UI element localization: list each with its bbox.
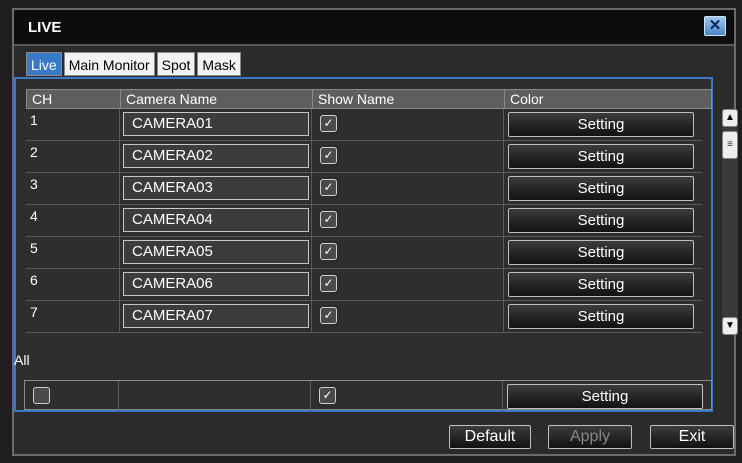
row-ch: 3 — [26, 173, 120, 204]
table-row: 4 CAMERA04 ✓ Setting — [26, 205, 702, 237]
row-show-name-cell: ✓ — [312, 173, 504, 204]
close-icon[interactable]: ✕ — [704, 16, 726, 36]
table-row: 6 CAMERA06 ✓ Setting — [26, 269, 702, 301]
all-label: All — [14, 352, 30, 368]
row-color-cell: Setting — [504, 109, 702, 140]
channel-number: 3 — [30, 176, 38, 192]
default-button[interactable]: Default — [449, 425, 531, 449]
header-show-name: Show Name — [313, 90, 505, 108]
vertical-scrollbar[interactable]: ▲ ≡ ▼ — [722, 109, 738, 335]
table-row: 2 CAMERA02 ✓ Setting — [26, 141, 702, 173]
title-bar: LIVE ✕ — [14, 10, 734, 46]
camera-name-field[interactable]: CAMERA04 — [123, 208, 309, 232]
tab-bar: Live Main Monitor Spot Mask — [26, 52, 241, 78]
row-color-cell: Setting — [504, 301, 702, 332]
all-cell-color: Setting — [503, 381, 711, 412]
camera-name-field[interactable]: CAMERA07 — [123, 304, 309, 328]
show-name-checkbox[interactable]: ✓ — [320, 307, 337, 324]
row-show-name-cell: ✓ — [312, 269, 504, 300]
table-row: 1 CAMERA01 ✓ Setting — [26, 109, 702, 141]
camera-name-field[interactable]: CAMERA02 — [123, 144, 309, 168]
row-color-cell: Setting — [504, 173, 702, 204]
settings-panel: CH Camera Name Show Name Color 1 CAMERA01… — [14, 77, 738, 412]
show-name-checkbox[interactable]: ✓ — [320, 211, 337, 228]
channel-number: 6 — [30, 272, 38, 288]
channel-number: 1 — [30, 112, 38, 128]
channel-number: 2 — [30, 144, 38, 160]
row-camera-name-cell: CAMERA01 — [120, 109, 312, 140]
table-header: CH Camera Name Show Name Color — [26, 89, 712, 109]
camera-name-field[interactable]: CAMERA06 — [123, 272, 309, 296]
row-camera-name-cell: CAMERA04 — [120, 205, 312, 236]
table-row: 3 CAMERA03 ✓ Setting — [26, 173, 702, 205]
tab-mask[interactable]: Mask — [197, 52, 241, 76]
row-ch: 4 — [26, 205, 120, 236]
all-cell-check: ✓ — [25, 381, 119, 412]
table-row: 5 CAMERA05 ✓ Setting — [26, 237, 702, 269]
header-camera-name: Camera Name — [121, 90, 313, 108]
channel-number: 5 — [30, 240, 38, 256]
color-setting-button[interactable]: Setting — [508, 272, 694, 297]
exit-button[interactable]: Exit — [650, 425, 734, 449]
tab-live[interactable]: Live — [26, 52, 62, 76]
row-color-cell: Setting — [504, 269, 702, 300]
row-show-name-cell: ✓ — [312, 301, 504, 332]
show-name-checkbox[interactable]: ✓ — [320, 179, 337, 196]
scroll-thumb[interactable]: ≡ — [722, 131, 738, 159]
camera-name-field[interactable]: CAMERA03 — [123, 176, 309, 200]
row-show-name-cell: ✓ — [312, 237, 504, 268]
header-color: Color — [510, 91, 544, 107]
row-ch: 5 — [26, 237, 120, 268]
row-show-name-cell: ✓ — [312, 109, 504, 140]
camera-name-field[interactable]: CAMERA01 — [123, 112, 309, 136]
window-title: LIVE — [28, 19, 62, 36]
row-camera-name-cell: CAMERA05 — [120, 237, 312, 268]
row-camera-name-cell: CAMERA03 — [120, 173, 312, 204]
tab-main-monitor[interactable]: Main Monitor — [63, 52, 155, 76]
channel-number: 4 — [30, 208, 38, 224]
row-camera-name-cell: CAMERA02 — [120, 141, 312, 172]
scroll-down-icon[interactable]: ▼ — [722, 317, 738, 335]
row-ch: 2 — [26, 141, 120, 172]
color-setting-button[interactable]: Setting — [508, 144, 694, 169]
row-ch: 1 — [26, 109, 120, 140]
channel-number: 7 — [30, 304, 38, 320]
all-show-name-checkbox[interactable]: ✓ — [319, 387, 336, 404]
show-name-checkbox[interactable]: ✓ — [320, 275, 337, 292]
show-name-checkbox[interactable]: ✓ — [320, 147, 337, 164]
row-color-cell: Setting — [504, 237, 702, 268]
row-ch: 7 — [26, 301, 120, 332]
row-camera-name-cell: CAMERA07 — [120, 301, 312, 332]
apply-button[interactable]: Apply — [548, 425, 632, 449]
row-show-name-cell: ✓ — [312, 141, 504, 172]
tab-spot[interactable]: Spot — [156, 52, 196, 76]
color-setting-button[interactable]: Setting — [508, 304, 694, 329]
color-setting-button[interactable]: Setting — [508, 240, 694, 265]
show-name-checkbox[interactable]: ✓ — [320, 243, 337, 260]
row-ch: 6 — [26, 269, 120, 300]
scroll-up-icon[interactable]: ▲ — [722, 109, 738, 127]
color-setting-button[interactable]: Setting — [508, 208, 694, 233]
all-cell-show: ✓ — [311, 381, 503, 412]
color-setting-button[interactable]: Setting — [508, 112, 694, 137]
row-show-name-cell: ✓ — [312, 205, 504, 236]
color-setting-button[interactable]: Setting — [508, 176, 694, 201]
all-cell-name — [119, 381, 311, 412]
show-name-checkbox[interactable]: ✓ — [320, 115, 337, 132]
row-camera-name-cell: CAMERA06 — [120, 269, 312, 300]
all-color-setting-button[interactable]: Setting — [507, 384, 703, 409]
all-select-checkbox[interactable]: ✓ — [33, 387, 50, 404]
all-row: ✓ ✓ Setting — [24, 380, 712, 412]
table-row: 7 CAMERA07 ✓ Setting — [26, 301, 702, 333]
camera-name-field[interactable]: CAMERA05 — [123, 240, 309, 264]
row-color-cell: Setting — [504, 141, 702, 172]
row-color-cell: Setting — [504, 205, 702, 236]
header-ch: CH — [27, 90, 121, 108]
